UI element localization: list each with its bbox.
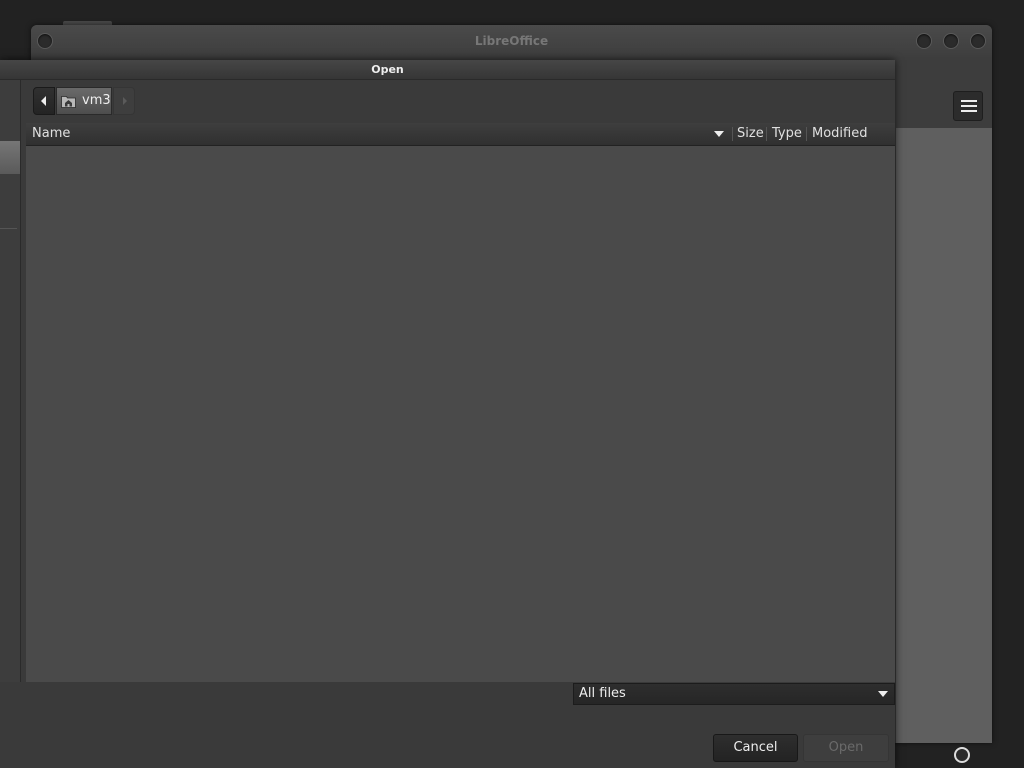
hamburger-menu-icon xyxy=(961,100,977,102)
dialog-titlebar[interactable]: Open xyxy=(0,60,895,80)
places-separator xyxy=(0,228,17,229)
places-selected-item[interactable] xyxy=(0,141,20,174)
back-arrow-icon xyxy=(41,96,46,106)
open-file-dialog: Open vm3 Name Size Type Modified All fil… xyxy=(0,60,895,768)
column-separator[interactable] xyxy=(732,127,733,141)
sort-descending-icon xyxy=(714,131,724,137)
open-button[interactable]: Open xyxy=(803,734,889,762)
path-forward-button[interactable] xyxy=(113,87,135,115)
minimize-button[interactable] xyxy=(916,33,932,49)
status-indicator-icon[interactable] xyxy=(954,747,970,763)
column-header-modified[interactable]: Modified xyxy=(812,123,867,145)
path-crumb-home[interactable]: vm3 xyxy=(56,87,112,115)
column-separator[interactable] xyxy=(766,127,767,141)
chevron-down-icon xyxy=(878,691,888,697)
file-list[interactable] xyxy=(26,146,895,682)
start-center-panel xyxy=(896,128,992,743)
close-button[interactable] xyxy=(970,33,986,49)
column-header-name[interactable]: Name xyxy=(32,123,70,145)
window-menu-button[interactable] xyxy=(37,33,53,49)
path-back-button[interactable] xyxy=(33,87,55,115)
current-folder-label: vm3 xyxy=(82,93,111,108)
cancel-button[interactable]: Cancel xyxy=(713,734,798,762)
file-list-header: Name Size Type Modified xyxy=(26,123,895,146)
dialog-title: Open xyxy=(371,63,404,76)
column-header-size[interactable]: Size xyxy=(737,123,764,145)
window-title: LibreOffice xyxy=(474,34,549,48)
places-sidebar[interactable] xyxy=(0,80,21,682)
hamburger-menu-button[interactable] xyxy=(953,91,983,121)
maximize-button[interactable] xyxy=(943,33,959,49)
window-titlebar[interactable]: LibreOffice xyxy=(31,25,992,57)
file-type-filter-value: All files xyxy=(579,686,626,701)
column-separator[interactable] xyxy=(806,127,807,141)
forward-arrow-icon xyxy=(123,97,127,105)
file-type-filter[interactable]: All files xyxy=(573,683,895,705)
column-header-type[interactable]: Type xyxy=(772,123,802,145)
home-folder-icon xyxy=(61,96,76,108)
